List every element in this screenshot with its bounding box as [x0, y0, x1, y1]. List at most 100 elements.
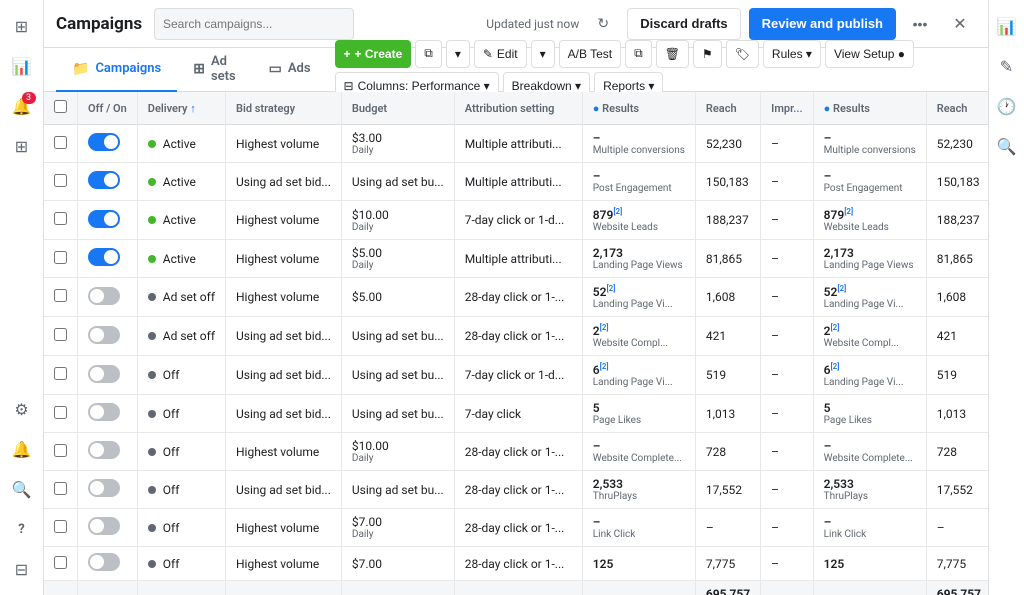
pencil-icon[interactable]: ✎ — [989, 48, 1024, 84]
table-row[interactable]: Off Using ad set bid... Using ad set bu.… — [44, 395, 988, 433]
campaigns-sidebar-icon[interactable]: 📊 — [4, 48, 40, 84]
edit-dropdown-button[interactable]: ▾ — [531, 40, 555, 68]
toggle-switch-3[interactable] — [88, 248, 120, 266]
table-row[interactable]: Active Highest volume $5.00 Daily Multip… — [44, 240, 988, 278]
col-header-reach2[interactable]: Reach — [926, 92, 988, 125]
col-header-checkbox[interactable] — [44, 92, 78, 125]
row-toggle-0[interactable] — [78, 125, 138, 163]
more-options-icon[interactable]: ••• — [904, 8, 936, 40]
menu-bottom-icon[interactable]: ⊟ — [4, 551, 40, 587]
discard-drafts-button[interactable]: Discard drafts — [627, 8, 740, 40]
col-header-results1[interactable]: ● Results — [582, 92, 695, 125]
row-toggle-8[interactable] — [78, 433, 138, 471]
toggle-switch-1[interactable] — [88, 171, 120, 189]
table-row[interactable]: Off Highest volume $10.00 Daily 28-day c… — [44, 433, 988, 471]
row-checkbox-11[interactable] — [44, 547, 78, 581]
row-toggle-10[interactable] — [78, 509, 138, 547]
row-impr1-3: – — [761, 240, 813, 278]
row-reach1-1: 150,183 — [695, 163, 760, 201]
toolbar: + + Create ⧉ ▾ ✎ Edit ▾ A/B Test ⧉ 🗑 ⚑ — [335, 40, 976, 100]
refresh-icon[interactable]: ↻ — [587, 8, 619, 40]
row-checkbox-5[interactable] — [44, 317, 78, 356]
tab-campaigns[interactable]: 📁 Campaigns — [56, 48, 177, 92]
col-header-impr1[interactable]: Impr... — [761, 92, 813, 125]
tab-ads[interactable]: ▭ Ads — [253, 48, 327, 92]
row-toggle-1[interactable] — [78, 163, 138, 201]
close-icon[interactable]: ✕ — [944, 8, 976, 40]
alert-icon[interactable]: 🔔 3 — [4, 88, 40, 124]
grid-icon[interactable]: ⊞ — [4, 128, 40, 164]
toggle-switch-11[interactable] — [88, 553, 120, 571]
row-checkbox-8[interactable] — [44, 433, 78, 471]
col-header-budget[interactable]: Budget — [341, 92, 454, 125]
toggle-switch-4[interactable] — [88, 287, 120, 305]
zoom-icon[interactable]: 🔍 — [989, 128, 1024, 164]
help-icon[interactable]: ? — [4, 511, 40, 547]
flag-button[interactable]: ⚑ — [693, 40, 722, 68]
table-row[interactable]: Active Using ad set bid... Using ad set … — [44, 163, 988, 201]
row-toggle-2[interactable] — [78, 201, 138, 240]
col-header-delivery[interactable]: Delivery ↑ — [137, 92, 225, 125]
row-toggle-6[interactable] — [78, 356, 138, 395]
toggle-switch-10[interactable] — [88, 517, 120, 535]
col-header-reach1[interactable]: Reach — [695, 92, 760, 125]
table-row[interactable]: Off Using ad set bid... Using ad set bu.… — [44, 471, 988, 509]
toggle-switch-0[interactable] — [88, 133, 120, 151]
table-row[interactable]: Off Using ad set bid... Using ad set bu.… — [44, 356, 988, 395]
notification-icon[interactable]: 🔔 — [4, 431, 40, 467]
tab-ad-sets[interactable]: ⊞ Ad sets — [177, 48, 252, 92]
col-header-attribution[interactable]: Attribution setting — [454, 92, 582, 125]
toggle-switch-6[interactable] — [88, 365, 120, 383]
row-checkbox-3[interactable] — [44, 240, 78, 278]
edit-button[interactable]: ✎ Edit — [474, 40, 527, 68]
table-row[interactable]: Ad set off Highest volume $5.00 28-day c… — [44, 278, 988, 317]
view-setup-button[interactable]: View Setup ● — [825, 40, 914, 68]
table-row[interactable]: Off Highest volume $7.00 28-day click or… — [44, 547, 988, 581]
row-toggle-3[interactable] — [78, 240, 138, 278]
delete-button[interactable]: 🗑 — [656, 40, 689, 68]
bar-chart-icon[interactable]: 📊 — [989, 8, 1024, 44]
row-checkbox-2[interactable] — [44, 201, 78, 240]
copy-dropdown-button[interactable]: ▾ — [446, 40, 470, 68]
search-sidebar-icon[interactable]: 🔍 — [4, 471, 40, 507]
toggle-switch-8[interactable] — [88, 441, 120, 459]
toggle-switch-7[interactable] — [88, 403, 120, 421]
delivery-dot-4 — [148, 293, 156, 301]
tag-button[interactable]: 🏷 — [726, 40, 759, 68]
row-toggle-4[interactable] — [78, 278, 138, 317]
copy-button[interactable]: ⧉ — [415, 40, 442, 68]
settings-icon[interactable]: ⚙ — [4, 391, 40, 427]
row-checkbox-10[interactable] — [44, 509, 78, 547]
home-icon[interactable]: ⊞ — [4, 8, 40, 44]
row-reach2-7: 1,013 — [926, 395, 988, 433]
toggle-switch-9[interactable] — [88, 479, 120, 497]
row-reach2-5: 421 — [926, 317, 988, 356]
row-checkbox-7[interactable] — [44, 395, 78, 433]
row-checkbox-1[interactable] — [44, 163, 78, 201]
row-toggle-7[interactable] — [78, 395, 138, 433]
create-button[interactable]: + + Create — [335, 40, 412, 68]
select-all-checkbox[interactable] — [54, 100, 67, 113]
row-checkbox-9[interactable] — [44, 471, 78, 509]
row-toggle-11[interactable] — [78, 547, 138, 581]
campaign-search-input[interactable] — [154, 8, 354, 40]
table-row[interactable]: Active Highest volume $3.00 Daily Multip… — [44, 125, 988, 163]
col-header-results2[interactable]: ● Results — [813, 92, 926, 125]
row-checkbox-6[interactable] — [44, 356, 78, 395]
table-row[interactable]: Off Highest volume $7.00 Daily 28-day cl… — [44, 509, 988, 547]
table-row[interactable]: Ad set off Using ad set bid... Using ad … — [44, 317, 988, 356]
clock-icon[interactable]: 🕐 — [989, 88, 1024, 124]
ab-test-button[interactable]: A/B Test — [559, 40, 621, 68]
toggle-switch-2[interactable] — [88, 210, 120, 228]
row-checkbox-0[interactable] — [44, 125, 78, 163]
duplicate-button[interactable]: ⧉ — [625, 40, 652, 68]
rules-button[interactable]: Rules ▾ — [763, 40, 821, 68]
col-header-bid-strategy[interactable]: Bid strategy — [226, 92, 342, 125]
row-toggle-5[interactable] — [78, 317, 138, 356]
review-publish-button[interactable]: Review and publish — [749, 8, 896, 40]
col-header-off-on[interactable]: Off / On — [78, 92, 138, 125]
row-checkbox-4[interactable] — [44, 278, 78, 317]
row-toggle-9[interactable] — [78, 471, 138, 509]
table-row[interactable]: Active Highest volume $10.00 Daily 7-day… — [44, 201, 988, 240]
toggle-switch-5[interactable] — [88, 326, 120, 344]
